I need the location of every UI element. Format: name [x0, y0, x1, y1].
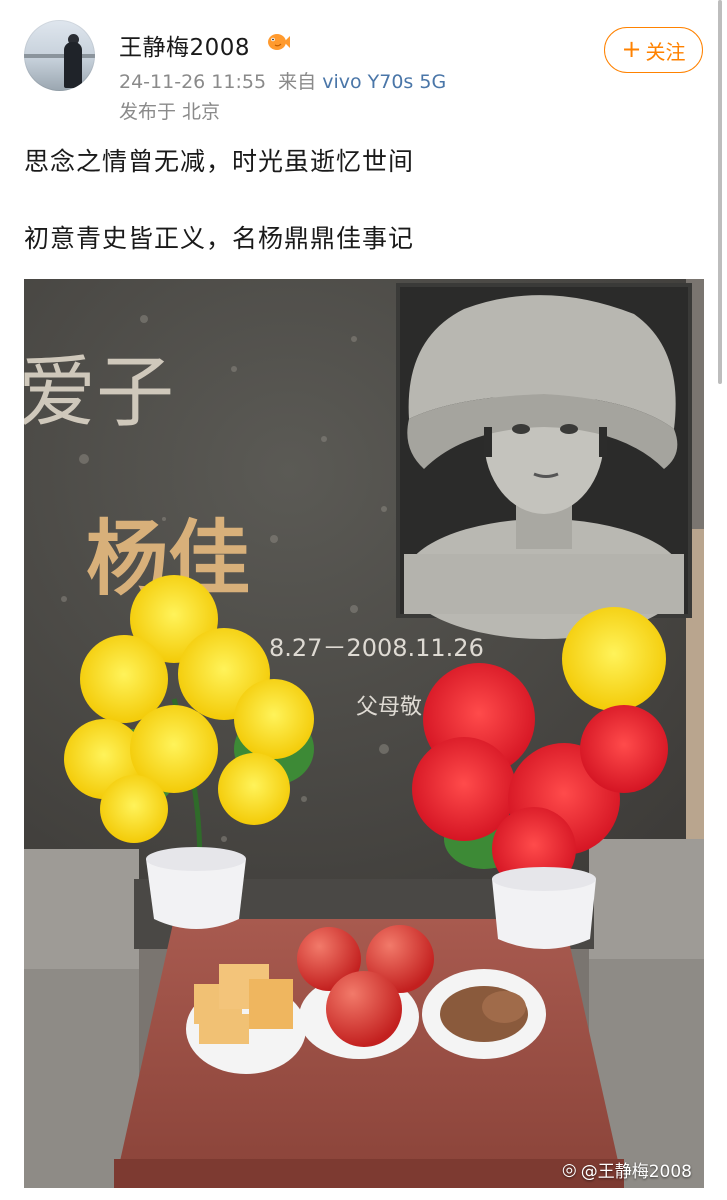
inscription-title: 爱子 — [24, 348, 174, 438]
device-link[interactable]: vivo Y70s 5G — [322, 71, 446, 93]
post-timestamp: 24-11-26 11:55 — [119, 71, 267, 93]
source-prefix: 来自 — [278, 71, 317, 93]
post-text-line-1: 思念之情曾无减，时光虽逝忆世间 — [24, 147, 415, 176]
post-photo[interactable]: 爱子 杨佳 8.27－2008.11.26 父母敬 ◎ @王静梅2008 — [24, 279, 704, 1188]
scrollbar[interactable] — [718, 0, 722, 384]
post-location: 发布于 北京 — [119, 101, 221, 123]
post-text-line-2: 初意青史皆正义，名杨鼎鼎佳事记 — [24, 224, 415, 253]
fish-badge-icon — [268, 34, 290, 50]
weibo-icon: ◎ — [561, 1159, 577, 1180]
user-avatar[interactable] — [24, 20, 95, 91]
watermark-text: @王静梅2008 — [580, 1162, 692, 1182]
memorial-photo: 爱子 杨佳 8.27－2008.11.26 父母敬 — [24, 279, 704, 1188]
follow-label: 关注 — [645, 39, 686, 64]
username[interactable]: 王静梅2008 — [119, 28, 250, 62]
watermark: ◎ @王静梅2008 — [561, 1157, 692, 1183]
plus-icon: + — [621, 35, 642, 63]
post-meta: 24-11-26 11:55 来自 vivo Y70s 5G — [119, 67, 446, 94]
follow-button[interactable]: + 关注 — [604, 27, 703, 73]
inscription-dates: 8.27－2008.11.26 — [269, 634, 484, 662]
inscription-parents: 父母敬 — [356, 695, 422, 720]
